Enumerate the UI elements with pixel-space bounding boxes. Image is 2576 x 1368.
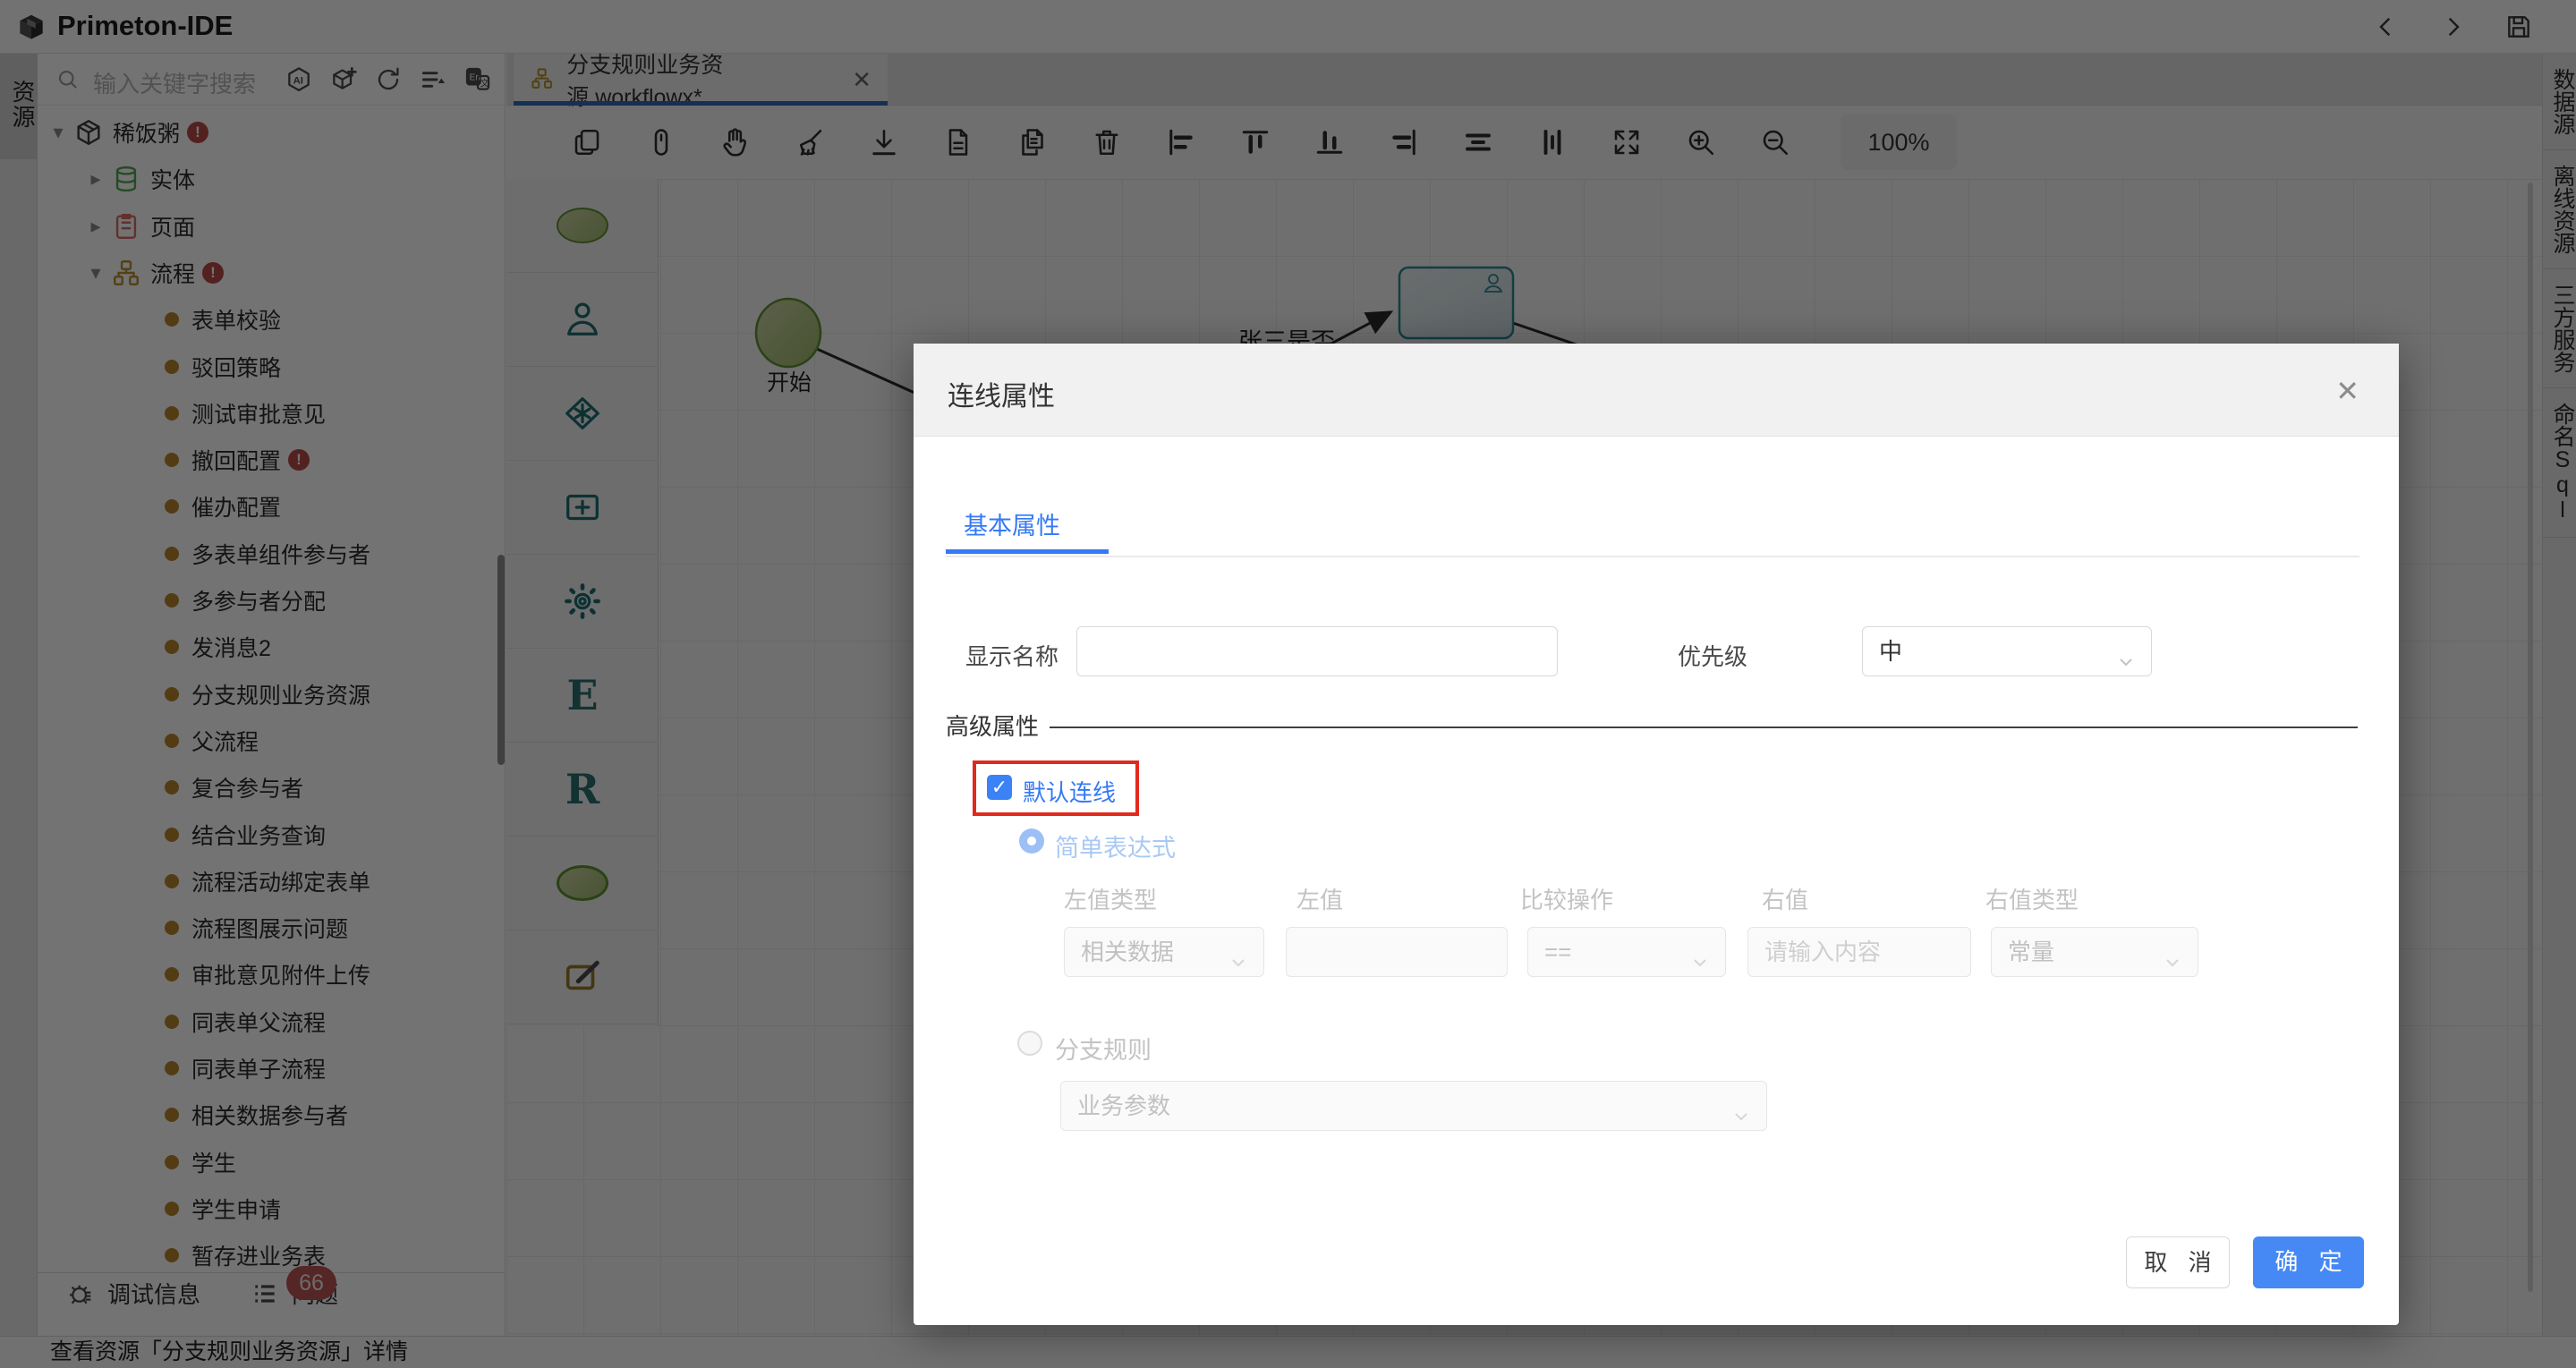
display-name-input[interactable] <box>1076 626 1558 676</box>
expr-col-label-1: 左值 <box>1297 887 1344 913</box>
tab-underline <box>946 549 1109 554</box>
tab-divider <box>946 556 2359 557</box>
expr-col-label-3: 右值 <box>1762 887 1809 913</box>
chevron-down-icon <box>2115 641 2137 667</box>
expr-col-label-2: 比较操作 <box>1520 887 1614 913</box>
advanced-section-line <box>1050 726 2358 728</box>
priority-select[interactable]: 中 <box>1862 626 2152 676</box>
default-line-checkbox[interactable]: ✓ <box>987 775 1012 800</box>
branch-rule-select[interactable]: 业务参数 <box>1060 1081 1767 1131</box>
tab-basic-properties[interactable]: 基本属性 <box>964 506 1060 541</box>
priority-label: 优先级 <box>1678 643 1748 670</box>
left-value-input[interactable] <box>1286 927 1508 977</box>
dialog-close-icon[interactable]: ✕ <box>2335 374 2359 408</box>
expr-col-label-4: 右值类型 <box>1985 887 2079 913</box>
edge-properties-dialog: 连线属性 ✕ 基本属性 显示名称 优先级 中 高级属性 ✓ 默认连线 简单表达式… <box>914 344 2399 1325</box>
dialog-header: 连线属性 ✕ <box>914 344 2399 437</box>
expr-col-label-0: 左值类型 <box>1064 887 1158 913</box>
advanced-section-title: 高级属性 <box>946 713 1040 740</box>
chevron-down-icon <box>1689 941 1711 967</box>
cancel-button[interactable]: 取 消 <box>2126 1236 2230 1288</box>
chevron-down-icon <box>1228 941 1249 967</box>
display-name-label: 显示名称 <box>965 643 1059 670</box>
ok-button[interactable]: 确 定 <box>2253 1236 2364 1288</box>
operator-select[interactable]: == <box>1527 927 1726 977</box>
left-type-select[interactable]: 相关数据 <box>1064 927 1264 977</box>
default-line-label[interactable]: 默认连线 <box>1023 775 1116 808</box>
simple-expression-label[interactable]: 简单表达式 <box>1055 828 1176 863</box>
right-type-select[interactable]: 常量 <box>1991 927 2198 977</box>
chevron-down-icon <box>2162 941 2183 967</box>
right-value-input[interactable]: 请输入内容 <box>1747 927 1971 977</box>
simple-expression-radio[interactable] <box>1019 828 1044 854</box>
chevron-down-icon <box>1730 1095 1752 1121</box>
branch-rule-label[interactable]: 分支规则 <box>1055 1031 1152 1066</box>
branch-rule-radio[interactable] <box>1017 1031 1042 1056</box>
dialog-title: 连线属性 <box>948 382 1055 412</box>
